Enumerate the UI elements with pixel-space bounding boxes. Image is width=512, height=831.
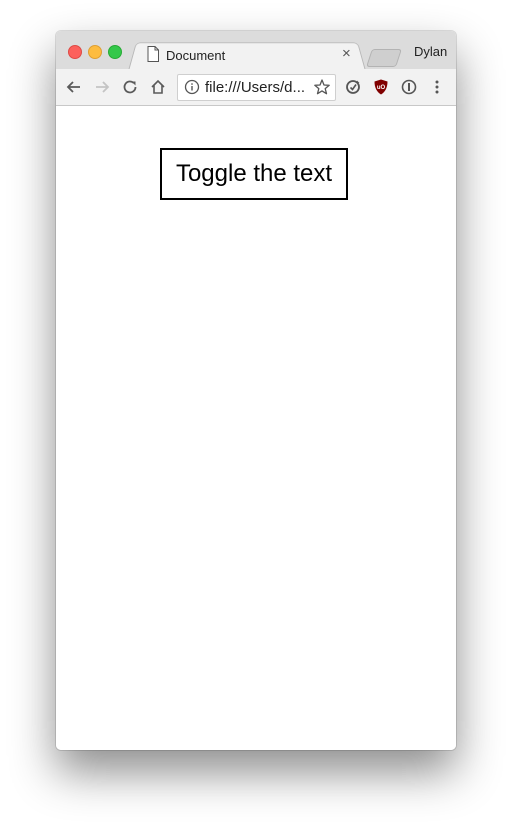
onepassword-icon[interactable]	[400, 78, 418, 96]
document-icon	[147, 46, 159, 62]
back-arrow-icon[interactable]	[65, 78, 83, 96]
page-content: Toggle the text	[56, 106, 456, 750]
url-text[interactable]: file:///Users/d...	[205, 79, 305, 96]
svg-text:uO: uO	[377, 85, 386, 91]
info-icon[interactable]	[184, 79, 200, 95]
address-bar[interactable]: file:///Users/d...	[177, 74, 336, 101]
tab-close-button[interactable]: ×	[342, 46, 351, 62]
sync-extension-icon[interactable]	[344, 78, 362, 96]
profile-button[interactable]: Dylan	[414, 44, 447, 59]
minimize-window-button[interactable]	[88, 45, 102, 59]
ublock-icon[interactable]: uO	[372, 78, 390, 96]
title-bar: Document × Dylan	[56, 31, 456, 71]
browser-window: Document × Dylan file:///Users/d... uO T…	[56, 31, 456, 750]
forward-arrow-icon[interactable]	[93, 78, 111, 96]
kebab-menu-icon[interactable]	[428, 78, 446, 96]
zoom-window-button[interactable]	[108, 45, 122, 59]
toolbar: file:///Users/d... uO	[56, 69, 456, 106]
home-icon[interactable]	[149, 78, 167, 96]
close-window-button[interactable]	[68, 45, 82, 59]
tab-title: Document	[166, 48, 226, 63]
reload-icon[interactable]	[121, 78, 139, 96]
new-tab-button[interactable]	[366, 49, 402, 67]
tab-document-content[interactable]: Document ×	[144, 42, 360, 69]
toggle-text-button[interactable]: Toggle the text	[160, 148, 348, 200]
star-icon[interactable]	[313, 78, 331, 96]
